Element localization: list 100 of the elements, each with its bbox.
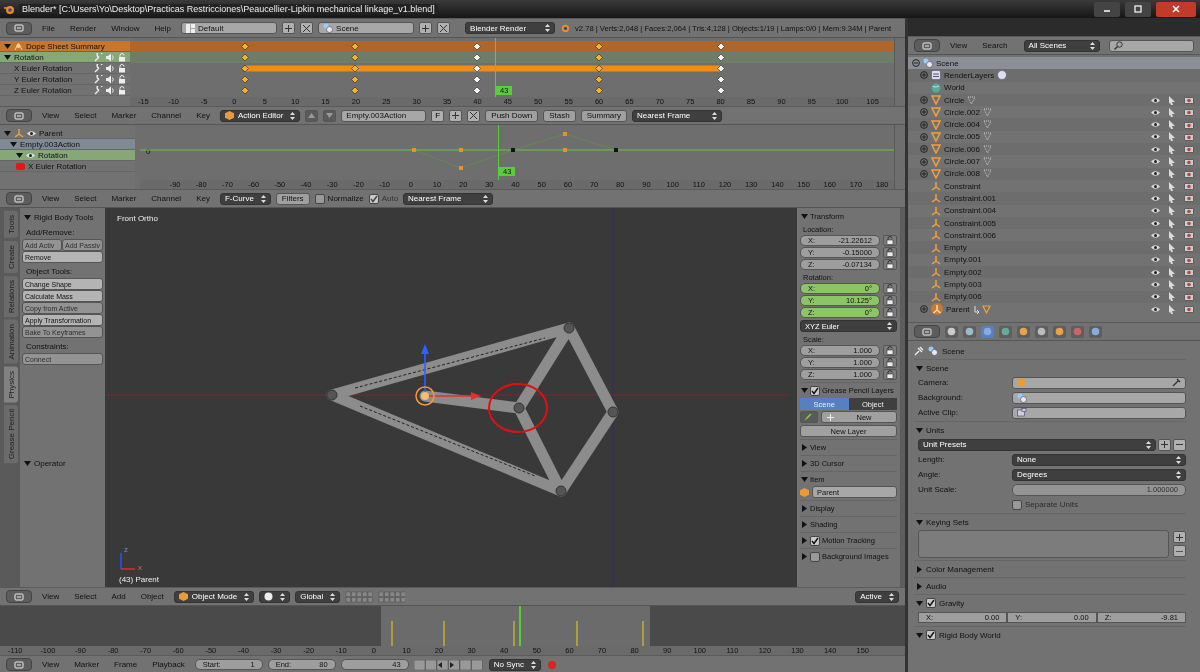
orientation-dropdown[interactable]: Global xyxy=(295,590,341,603)
add-button[interactable] xyxy=(282,22,296,34)
camera-icon[interactable] xyxy=(1184,120,1194,129)
editor-type-button[interactable] xyxy=(6,109,32,122)
lock-button[interactable] xyxy=(883,357,897,368)
outliner-row[interactable]: Empty.002 xyxy=(908,266,1200,279)
summary-button[interactable]: Summary xyxy=(580,109,627,122)
curve-color-swatch[interactable] xyxy=(16,162,25,170)
lock-button[interactable] xyxy=(883,259,897,270)
expanded-triangle-icon[interactable] xyxy=(916,426,923,434)
pencil-dropdown[interactable] xyxy=(800,411,818,423)
panel-checkbox[interactable] xyxy=(810,385,820,396)
speaker-icon[interactable] xyxy=(106,74,115,84)
editor-type-button[interactable] xyxy=(914,325,940,338)
expand-toggle-icon[interactable] xyxy=(920,305,928,314)
channel-row[interactable]: X Euler Rotation xyxy=(0,161,135,172)
collapse-toggle-icon[interactable] xyxy=(912,59,920,68)
channel-row[interactable]: Parent xyxy=(0,128,135,139)
wrench-icon[interactable] xyxy=(94,85,103,95)
close-button[interactable] xyxy=(1156,1,1196,17)
pin-icon[interactable] xyxy=(914,346,924,356)
eye-icon[interactable] xyxy=(1151,305,1160,313)
lock-button[interactable] xyxy=(883,247,897,258)
expanded-triangle-icon[interactable] xyxy=(916,518,923,526)
scene-field[interactable]: Scene xyxy=(318,22,415,34)
expand-toggle-icon[interactable] xyxy=(920,120,928,129)
outliner-row[interactable]: Empty.003 xyxy=(908,278,1200,291)
menu-item[interactable]: Window xyxy=(106,23,145,33)
menu-item[interactable]: View xyxy=(37,111,65,120)
collapsed-triangle-icon[interactable] xyxy=(801,444,808,451)
transform-gizmo-drawing[interactable] xyxy=(415,344,481,406)
layout-field[interactable]: Default xyxy=(181,22,278,34)
mode-dropdown[interactable]: Object Mode xyxy=(173,590,255,603)
remove-button[interactable] xyxy=(1173,545,1186,557)
menu-item[interactable]: View xyxy=(37,194,65,203)
eye-icon[interactable] xyxy=(27,129,36,137)
editor-type-button[interactable] xyxy=(6,192,32,205)
panel-checkbox[interactable] xyxy=(926,630,936,640)
unit-presets-dropdown[interactable]: Unit Presets xyxy=(918,438,1156,451)
sync-dropdown[interactable]: No Sync xyxy=(488,658,541,671)
menu-item[interactable]: Key xyxy=(191,194,215,203)
channel-row[interactable]: Rotation xyxy=(0,52,130,63)
eye-icon[interactable] xyxy=(1151,182,1160,190)
outliner-row[interactable]: Constraint.004 xyxy=(908,204,1200,217)
eyedropper-icon[interactable] xyxy=(1172,378,1181,387)
editor-type-button[interactable] xyxy=(914,39,940,52)
camera-icon[interactable] xyxy=(1184,292,1194,301)
remove-button[interactable] xyxy=(300,22,314,34)
collapsed-triangle-icon[interactable] xyxy=(916,582,923,590)
speaker-icon[interactable] xyxy=(106,85,115,95)
outliner-row[interactable]: Circle.004 xyxy=(908,118,1200,131)
camera-icon[interactable] xyxy=(1184,268,1194,277)
editor-type-button[interactable] xyxy=(6,21,32,35)
camera-icon[interactable] xyxy=(1184,305,1194,314)
angle-dropdown[interactable]: Degrees xyxy=(1012,468,1186,481)
outliner-row[interactable]: Circle.007 xyxy=(908,155,1200,168)
outliner-row[interactable]: Parent xyxy=(908,302,1200,316)
previous-button[interactable] xyxy=(305,109,319,122)
camera-icon[interactable] xyxy=(1184,108,1194,117)
eye-icon[interactable] xyxy=(1151,96,1160,104)
eye-icon[interactable] xyxy=(1151,256,1160,264)
camera-icon[interactable] xyxy=(1184,280,1194,289)
tool-shelf-tab[interactable]: Tools xyxy=(4,211,18,238)
lock-icon[interactable] xyxy=(118,52,126,62)
lock-icon[interactable] xyxy=(118,74,126,84)
tool-shelf-tab[interactable]: Create xyxy=(4,240,18,273)
outliner-row[interactable]: Empty.006 xyxy=(908,290,1200,303)
outliner-row[interactable]: Empty xyxy=(908,241,1200,254)
scroll-bar[interactable] xyxy=(900,208,905,587)
remove-button[interactable] xyxy=(467,109,481,122)
expand-toggle-icon[interactable] xyxy=(920,108,928,117)
filters-button[interactable]: Filters xyxy=(275,192,310,205)
editor-type-button[interactable] xyxy=(6,658,32,671)
outliner-row[interactable]: Constraint xyxy=(908,179,1200,193)
expand-toggle-icon[interactable] xyxy=(920,145,928,154)
outliner-row[interactable]: Constraint.001 xyxy=(908,192,1200,205)
add-button[interactable] xyxy=(1158,438,1171,451)
action-button[interactable]: Stash xyxy=(543,109,576,122)
expand-toggle-icon[interactable] xyxy=(920,169,928,178)
outliner-row[interactable]: Circle.006 xyxy=(908,143,1200,156)
menu-item[interactable]: File xyxy=(37,23,60,33)
camera-icon[interactable] xyxy=(1184,243,1194,252)
expand-toggle-icon[interactable] xyxy=(920,96,928,105)
eye-icon[interactable] xyxy=(1151,145,1160,153)
outliner-row[interactable]: Circle xyxy=(908,93,1200,107)
camera-icon[interactable] xyxy=(1184,182,1194,191)
tool-shelf-tab[interactable]: Physics xyxy=(4,366,18,403)
collapsed-triangle-icon[interactable] xyxy=(801,460,808,467)
editor-type-button[interactable] xyxy=(6,590,32,603)
expanded-triangle-icon[interactable] xyxy=(801,387,808,394)
wrench-icon[interactable] xyxy=(94,74,103,84)
camera-icon[interactable] xyxy=(1184,157,1194,166)
collapsed-triangle-icon[interactable] xyxy=(801,537,808,544)
fake-user-button[interactable]: F xyxy=(431,109,445,122)
camera-icon[interactable] xyxy=(1184,169,1194,178)
camera-icon[interactable] xyxy=(1184,194,1194,203)
lock-icon[interactable] xyxy=(118,85,126,95)
menu-item[interactable]: Marker xyxy=(106,111,142,120)
expand-toggle-icon[interactable] xyxy=(920,157,928,166)
expanded-triangle-icon[interactable] xyxy=(801,213,808,220)
